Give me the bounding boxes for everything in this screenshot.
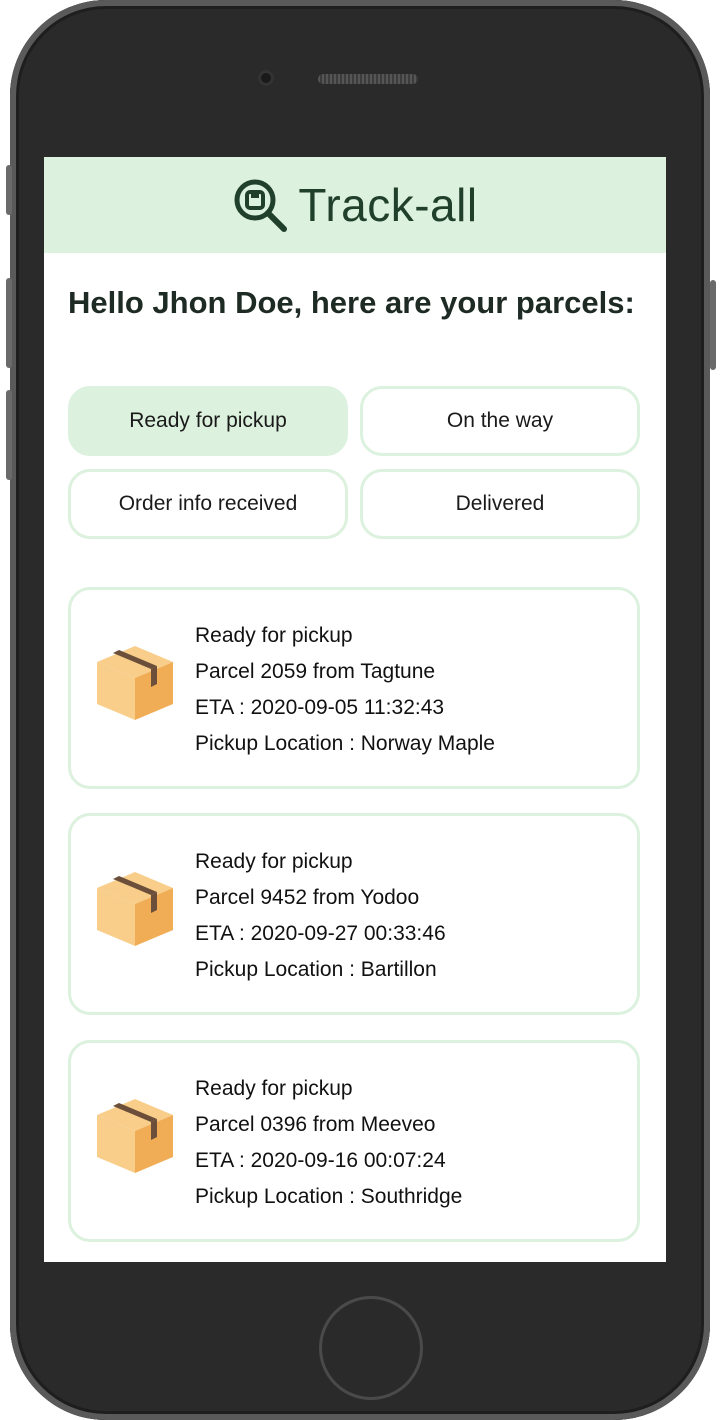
parcel-status: Ready for pickup <box>195 624 353 647</box>
cardboard-box-icon <box>97 1099 173 1173</box>
filter-ready-for-pickup[interactable]: Ready for pickup <box>68 386 348 456</box>
app-screen: Track-all Hello Jhon Doe, here are your … <box>44 157 666 1262</box>
filter-order-info-received[interactable]: Order info received <box>68 469 348 539</box>
parcel-eta: ETA : 2020-09-16 00:07:24 <box>195 1149 446 1172</box>
parcel-details: Ready for pickup Parcel 9452 from Yodoo … <box>195 844 446 988</box>
parcel-title: Parcel 9452 from Yodoo <box>195 886 420 909</box>
filter-delivered[interactable]: Delivered <box>360 469 640 539</box>
cardboard-box-icon <box>97 872 173 946</box>
parcel-status: Ready for pickup <box>195 1077 353 1100</box>
parcel-status: Ready for pickup <box>195 850 353 873</box>
parcel-location: Pickup Location : Bartillon <box>195 958 437 981</box>
greeting-heading: Hello Jhon Doe, here are your parcels: <box>68 285 635 320</box>
parcel-eta: ETA : 2020-09-27 00:33:46 <box>195 922 446 945</box>
power-button <box>710 280 716 370</box>
parcel-eta: ETA : 2020-09-05 11:32:43 <box>195 696 445 719</box>
parcel-details: Ready for pickup Parcel 0396 from Meeveo… <box>195 1071 462 1215</box>
parcel-location: Pickup Location : Norway Maple <box>195 732 495 755</box>
parcel-card[interactable]: Ready for pickup Parcel 0396 from Meeveo… <box>68 1040 640 1242</box>
parcel-card[interactable]: Ready for pickup Parcel 9452 from Yodoo … <box>68 813 640 1015</box>
parcel-card[interactable]: Ready for pickup Parcel 2059 from Tagtun… <box>68 587 640 789</box>
status-filter-group: Ready for pickup On the way Order info r… <box>68 386 640 539</box>
parcel-title: Parcel 0396 from Meeveo <box>195 1113 436 1136</box>
front-camera <box>258 70 274 86</box>
parcel-details: Ready for pickup Parcel 2059 from Tagtun… <box>195 618 495 762</box>
home-button[interactable] <box>319 1296 423 1400</box>
app-title: Track-all <box>298 179 478 231</box>
app-header: Track-all <box>44 157 666 253</box>
magnifier-parcel-icon <box>234 179 288 232</box>
volume-down-button <box>6 390 12 480</box>
filter-on-the-way[interactable]: On the way <box>360 386 640 456</box>
parcel-location: Pickup Location : Southridge <box>195 1185 463 1208</box>
earpiece-speaker <box>318 74 418 84</box>
parcel-title: Parcel 2059 from Tagtune <box>195 660 436 683</box>
cardboard-box-icon <box>97 646 173 720</box>
mute-switch <box>6 165 12 215</box>
volume-up-button <box>6 278 12 368</box>
